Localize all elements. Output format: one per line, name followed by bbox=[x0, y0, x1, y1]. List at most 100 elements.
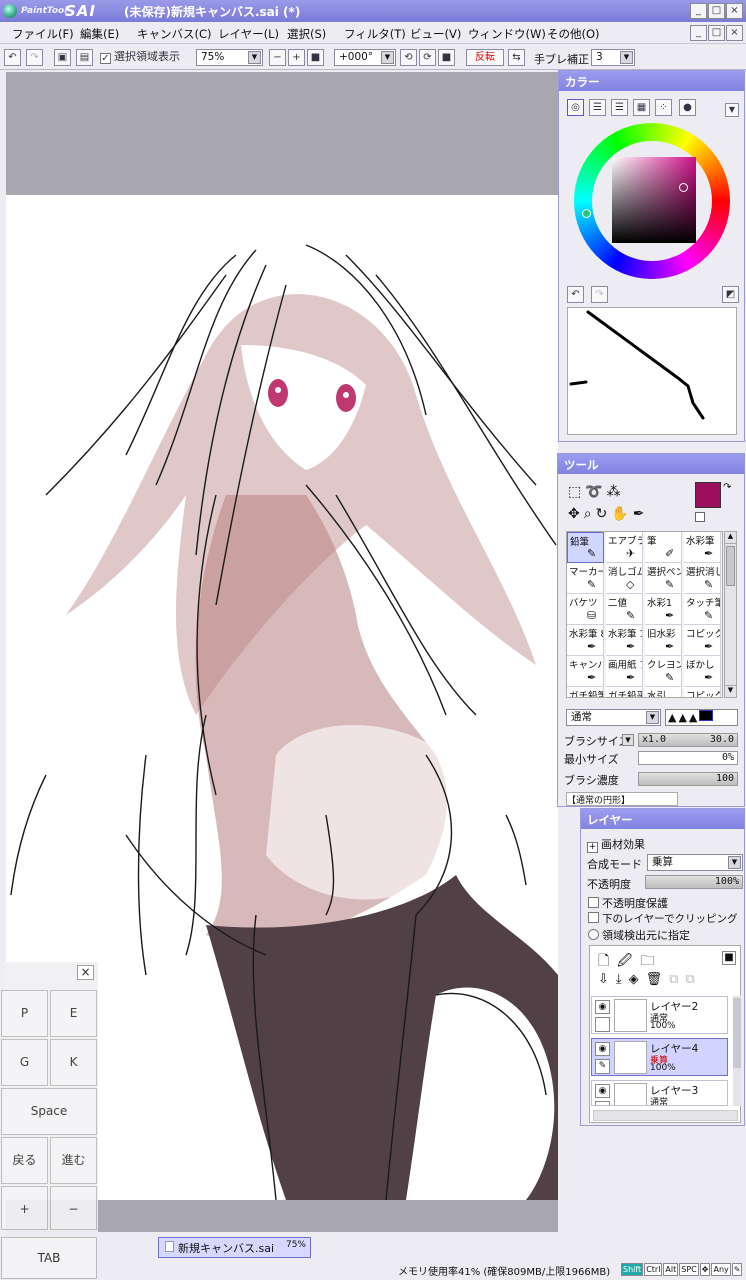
rotate-icon[interactable]: ↻ bbox=[596, 506, 612, 522]
menu-select[interactable]: 選択(S) bbox=[287, 26, 326, 42]
min-size-slider[interactable]: 0% bbox=[638, 751, 738, 765]
brush-slot[interactable]: 水彩筆 10版✒ bbox=[606, 625, 643, 656]
brush-density-slider[interactable]: 100 bbox=[638, 772, 738, 786]
selection-clear-icon[interactable]: ▤ bbox=[76, 49, 93, 66]
default-colors-icon[interactable] bbox=[695, 512, 705, 522]
brush-slot[interactable]: 画用紙 アクリル✒ bbox=[606, 656, 643, 687]
merge-visible-icon[interactable]: ⧉ bbox=[685, 972, 701, 987]
brush-slot[interactable]: キャンバス アクリル✒ bbox=[567, 656, 604, 687]
flip-swap-icon[interactable]: ⇆ bbox=[508, 49, 525, 66]
brush-slot[interactable]: 選択消し ✎ bbox=[684, 563, 721, 594]
zoom-reset-icon[interactable]: ■ bbox=[307, 49, 324, 66]
brush-slot[interactable]: ぼかし ✒ bbox=[684, 656, 721, 687]
new-layer-icon[interactable]: 🗋 bbox=[598, 953, 617, 969]
protect-opacity-checkbox[interactable] bbox=[588, 897, 599, 908]
layer-scroll-thumb[interactable] bbox=[733, 998, 741, 1068]
brush-size-menu-icon[interactable]: ▼ bbox=[622, 734, 634, 746]
layer-scrollbar[interactable] bbox=[733, 996, 741, 1106]
layer-blend-select[interactable]: 乗算 ▼ bbox=[647, 854, 743, 871]
swatch-tab-icon[interactable]: ▦ bbox=[633, 99, 650, 116]
magic-wand-icon[interactable]: ⁂ bbox=[607, 484, 625, 500]
layer-row[interactable]: ◉ ✎ レイヤー4 乗算 100% bbox=[591, 1038, 728, 1076]
brush-slot[interactable]: コピック ✒ bbox=[684, 625, 721, 656]
show-selection-checkbox[interactable]: ✓ bbox=[100, 53, 111, 64]
menu-edit[interactable]: 編集(E) bbox=[80, 26, 119, 42]
brush-slot[interactable]: 鉛筆 ✎ bbox=[567, 532, 604, 563]
lasso-icon[interactable]: ➰ bbox=[585, 484, 606, 500]
key-p[interactable]: P bbox=[1, 990, 48, 1037]
brush-slot[interactable]: 筆 ✐ bbox=[645, 532, 682, 563]
transfer-down-icon[interactable]: ⇩ bbox=[598, 972, 616, 987]
brush-slot[interactable]: 旧水彩 ✒ bbox=[645, 625, 682, 656]
layer-opacity-slider[interactable]: 100% bbox=[645, 875, 743, 889]
rotation-select[interactable]: +000° ▼ bbox=[334, 49, 396, 66]
doc-restore-button[interactable]: □ bbox=[708, 25, 725, 41]
stabilizer-select[interactable]: 3 ▼ bbox=[591, 49, 635, 66]
new-folder-icon[interactable]: 🗀 bbox=[640, 953, 662, 969]
brush-shape-select[interactable]: 【通常の円形】 bbox=[566, 792, 678, 806]
maximize-button[interactable]: □ bbox=[708, 3, 725, 19]
color-wheel-tab-icon[interactable]: ◎ bbox=[567, 99, 584, 116]
hand-icon[interactable]: ✋ bbox=[611, 506, 632, 522]
sv-cursor[interactable] bbox=[679, 183, 688, 192]
selection-source-radio[interactable] bbox=[588, 929, 599, 940]
key-space[interactable]: Space bbox=[1, 1088, 97, 1135]
brush-slot[interactable]: 水彩1 ✒ bbox=[645, 594, 682, 625]
brush-grid-scrollbar[interactable]: ▲ ▼ bbox=[724, 531, 737, 698]
expand-icon[interactable]: + bbox=[587, 842, 598, 853]
key-e[interactable]: E bbox=[50, 990, 97, 1037]
menu-canvas[interactable]: キャンバス(C) bbox=[137, 26, 212, 42]
rgb-slider-tab-icon[interactable]: ☰ bbox=[589, 99, 606, 116]
menu-layer[interactable]: レイヤー(L) bbox=[218, 26, 279, 42]
flip-button[interactable]: 反転 bbox=[466, 49, 504, 66]
key-k[interactable]: K bbox=[50, 1039, 97, 1086]
show-selection-toggle[interactable]: ✓ 選択領域表示 bbox=[100, 49, 180, 66]
brush-slot[interactable]: 水引✎ bbox=[645, 687, 682, 697]
brush-blend-select[interactable]: 通常 ▼ bbox=[566, 709, 661, 726]
rotation-reset-icon[interactable]: ■ bbox=[438, 49, 455, 66]
clear-layer-icon[interactable]: ◈ bbox=[629, 972, 646, 987]
copy-layer-icon[interactable]: ⧉ bbox=[669, 972, 685, 987]
keypad-close-button[interactable]: × bbox=[77, 965, 94, 980]
eyedropper-icon[interactable]: ✒ bbox=[633, 506, 649, 522]
brush-slot[interactable]: バケツ ⛁ bbox=[567, 594, 604, 625]
rect-select-icon[interactable]: ⬚ bbox=[568, 484, 585, 500]
scroll-thumb[interactable] bbox=[726, 546, 735, 586]
new-vector-layer-icon[interactable]: 🖉 bbox=[617, 953, 640, 969]
layer-lock-icon[interactable]: ✎ bbox=[595, 1059, 610, 1074]
brush-slot[interactable]: 水彩筆 ✒ bbox=[684, 532, 721, 563]
visibility-eye-icon[interactable]: ◉ bbox=[595, 1042, 610, 1056]
scratchpad-tab-icon[interactable]: ● bbox=[679, 99, 696, 116]
redo-icon[interactable]: ↷ bbox=[26, 49, 43, 66]
menu-other[interactable]: その他(O) bbox=[547, 26, 600, 42]
layer-hscrollbar[interactable] bbox=[593, 1110, 738, 1121]
merge-down-icon[interactable]: ⤓ bbox=[616, 972, 629, 987]
close-button[interactable]: × bbox=[726, 3, 743, 19]
document-tab-2[interactable]: 新規キャンバス.sai 75% bbox=[158, 1237, 311, 1258]
brush-slot[interactable]: コピック筆✒ bbox=[684, 687, 721, 697]
selection-source-option[interactable]: 領域検出元に指定 bbox=[588, 927, 690, 943]
rotate-right-icon[interactable]: ⟳ bbox=[419, 49, 436, 66]
brush-slot[interactable]: ガチ鉛筆✎ bbox=[567, 687, 604, 697]
doc-minimize-button[interactable]: _ bbox=[690, 25, 707, 41]
layer-lock-icon[interactable] bbox=[595, 1017, 610, 1032]
visibility-eye-icon[interactable]: ◉ bbox=[595, 1084, 610, 1098]
menu-view[interactable]: ビュー(V) bbox=[410, 26, 461, 42]
menu-filter[interactable]: フィルタ(T) bbox=[344, 26, 406, 42]
brush-slot[interactable]: マーカー ✎ bbox=[567, 563, 604, 594]
doc-close-button[interactable]: × bbox=[726, 25, 743, 41]
key-undo[interactable]: 戻る bbox=[1, 1137, 48, 1184]
scroll-up-icon[interactable]: ▲ bbox=[725, 532, 736, 544]
deselect-icon[interactable]: ▣ bbox=[54, 49, 71, 66]
brush-slot[interactable]: 二値 ✎ bbox=[606, 594, 643, 625]
color-undo-icon[interactable]: ↶ bbox=[567, 286, 584, 303]
hue-cursor[interactable] bbox=[582, 209, 591, 218]
key-redo[interactable]: 進む bbox=[50, 1137, 97, 1184]
brush-slot[interactable]: ガチ鉛平✒ bbox=[606, 687, 643, 697]
menu-window[interactable]: ウィンドウ(W) bbox=[468, 26, 546, 42]
panel-menu-icon[interactable]: ▼ bbox=[725, 103, 739, 117]
delete-layer-icon[interactable]: 🗑 bbox=[646, 972, 670, 987]
swap-colors-icon[interactable]: ↷ bbox=[723, 482, 731, 493]
texture-effect-toggle[interactable]: + 画材効果 bbox=[587, 836, 645, 853]
key-zoom-in[interactable]: + bbox=[1, 1186, 48, 1230]
